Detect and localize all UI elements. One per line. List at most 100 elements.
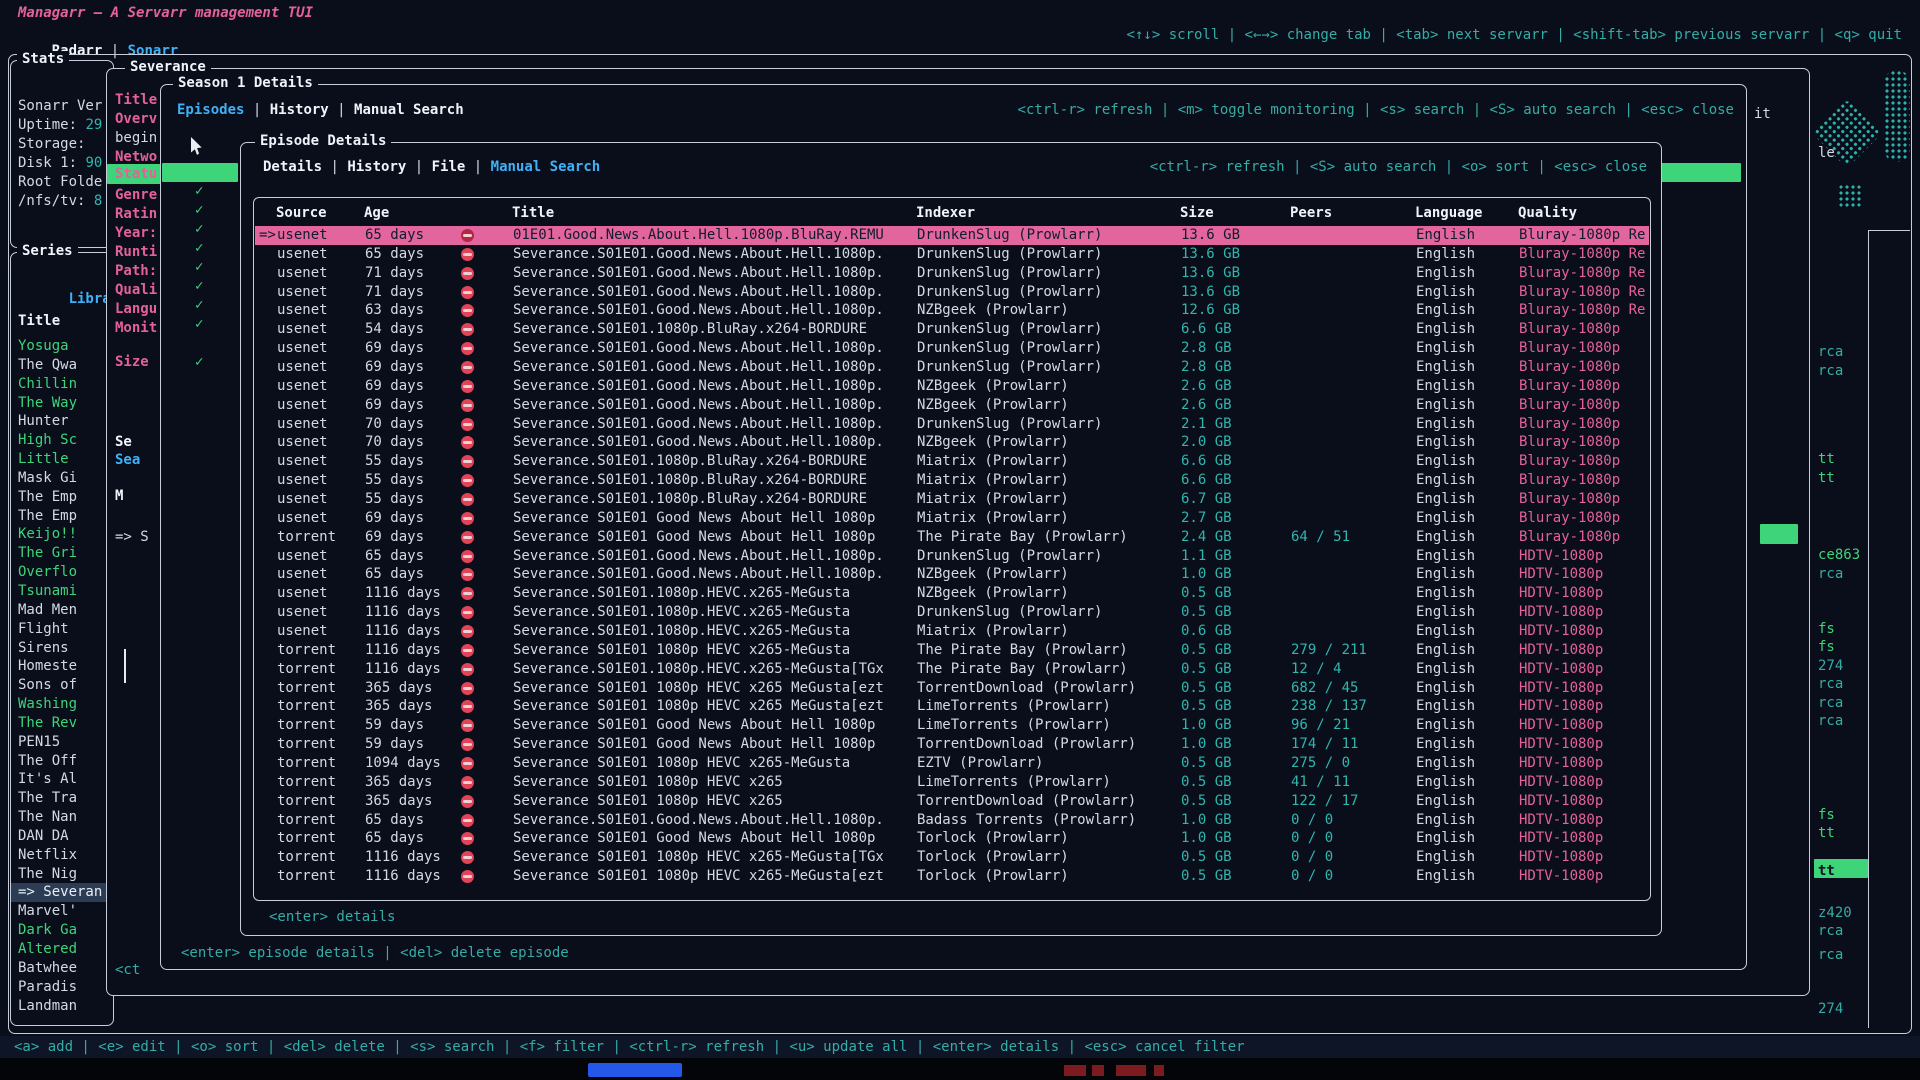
release-row[interactable]: torrent1116 daysSeverance S01E01 1080p H… (255, 848, 1649, 867)
release-row[interactable]: torrent365 daysSeverance S01E01 1080p HE… (255, 792, 1649, 811)
release-row[interactable]: usenet55 daysSeverance.S01E01.1080p.BluR… (255, 490, 1649, 509)
release-row[interactable]: =>usenet65 days01E01.Good.News.About.Hel… (255, 226, 1649, 245)
background-table-fragment: ce863 (1818, 546, 1860, 565)
release-row[interactable]: usenet70 daysSeverance.S01E01.Good.News.… (255, 433, 1649, 452)
series-list-item[interactable]: The Off (11, 752, 113, 771)
series-list-item[interactable]: The Tra (11, 789, 113, 808)
release-row[interactable]: usenet54 daysSeverance.S01E01.1080p.BluR… (255, 320, 1649, 339)
release-row[interactable]: usenet70 daysSeverance.S01E01.Good.News.… (255, 415, 1649, 434)
series-list-item[interactable]: The Emp (11, 507, 113, 526)
column-header-language[interactable]: Language (1415, 202, 1509, 224)
release-row[interactable]: torrent365 daysSeverance S01E01 1080p HE… (255, 697, 1649, 716)
cell-peers (1291, 433, 1409, 452)
release-row[interactable]: usenet1116 daysSeverance.S01E01.1080p.HE… (255, 584, 1649, 603)
release-row[interactable]: torrent59 daysSeverance S01E01 Good News… (255, 716, 1649, 735)
series-list-item[interactable]: The Rev (11, 714, 113, 733)
series-list-item[interactable]: DAN DA (11, 827, 113, 846)
cell-peers (1291, 603, 1409, 622)
series-list-item[interactable]: Hunter (11, 412, 113, 431)
release-row[interactable]: torrent1116 daysSeverance S01E01 1080p H… (255, 641, 1649, 660)
release-row[interactable]: usenet69 daysSeverance.S01E01.Good.News.… (255, 339, 1649, 358)
column-header-peers[interactable]: Peers (1290, 202, 1408, 224)
series-list-item[interactable]: Yosuga (11, 337, 113, 356)
series-list-item[interactable]: Netflix (11, 846, 113, 865)
release-row[interactable]: torrent65 daysSeverance.S01E01.Good.News… (255, 811, 1649, 830)
series-list-item[interactable]: The Nan (11, 808, 113, 827)
series-list-item[interactable]: Paradis (11, 978, 113, 997)
release-row[interactable]: usenet1116 daysSeverance.S01E01.1080p.HE… (255, 603, 1649, 622)
cell-size: 13.6 GB (1181, 283, 1281, 302)
release-row[interactable]: usenet65 daysSeverance.S01E01.Good.News.… (255, 565, 1649, 584)
cell-peers (1291, 471, 1409, 490)
column-header-age[interactable]: Age (364, 202, 456, 224)
series-list-item[interactable]: The Emp (11, 488, 113, 507)
series-list-item[interactable]: => Severan (11, 883, 113, 902)
series-list-item[interactable]: The Qwa (11, 356, 113, 375)
tab-details[interactable]: Details (263, 159, 322, 175)
series-list-item[interactable]: Batwhee (11, 959, 113, 978)
release-row[interactable]: torrent1116 daysSeverance.S01E01.1080p.H… (255, 660, 1649, 679)
column-header-size[interactable]: Size (1180, 202, 1280, 224)
release-row[interactable]: usenet55 daysSeverance.S01E01.1080p.BluR… (255, 471, 1649, 490)
release-row[interactable]: torrent365 daysSeverance S01E01 1080p HE… (255, 773, 1649, 792)
series-list-item[interactable]: Marvel' (11, 902, 113, 921)
column-header-title[interactable]: Title (512, 202, 910, 224)
release-row[interactable]: torrent1116 daysSeverance S01E01 1080p H… (255, 867, 1649, 886)
series-list-item[interactable]: It's Al (11, 770, 113, 789)
series-list-item[interactable]: Sirens (11, 639, 113, 658)
series-list-item[interactable]: The Gri (11, 544, 113, 563)
release-row[interactable]: torrent1094 daysSeverance S01E01 1080p H… (255, 754, 1649, 773)
release-row[interactable]: torrent65 daysSeverance S01E01 Good News… (255, 829, 1649, 848)
series-list-item[interactable]: PEN15 (11, 733, 113, 752)
tab-manual-search[interactable]: Manual Search (491, 159, 601, 175)
release-row[interactable]: torrent365 daysSeverance S01E01 1080p HE… (255, 679, 1649, 698)
release-row[interactable]: usenet71 daysSeverance.S01E01.Good.News.… (255, 264, 1649, 283)
series-list-item[interactable]: Chillin (11, 375, 113, 394)
cell-title: Severance S01E01 Good News About Hell 10… (513, 509, 911, 528)
series-list-item[interactable]: Little (11, 450, 113, 469)
rejected-icon (461, 531, 474, 544)
cell-quality: HDTV-1080p (1519, 735, 1647, 754)
series-list-item[interactable]: Flight (11, 620, 113, 639)
series-list-item[interactable]: Landman (11, 997, 113, 1016)
release-row[interactable]: usenet63 daysSeverance.S01E01.Good.News.… (255, 301, 1649, 320)
release-row[interactable]: usenet69 daysSeverance.S01E01.Good.News.… (255, 358, 1649, 377)
cell-quality: HDTV-1080p (1519, 565, 1647, 584)
release-row[interactable]: usenet65 daysSeverance.S01E01.Good.News.… (255, 245, 1649, 264)
cell-language: English (1416, 509, 1510, 528)
tab-file[interactable]: File (432, 159, 466, 175)
cell-age: 1116 days (365, 867, 457, 886)
series-list-item[interactable]: The Way (11, 394, 113, 413)
cell-peers: 64 / 51 (1291, 528, 1409, 547)
series-list-item[interactable]: Homeste (11, 657, 113, 676)
series-list-item[interactable]: Tsunami (11, 582, 113, 601)
series-list-item[interactable]: Keijo!! (11, 525, 113, 544)
release-row[interactable]: usenet69 daysSeverance.S01E01.Good.News.… (255, 377, 1649, 396)
series-list-item[interactable]: Altered (11, 940, 113, 959)
release-row[interactable]: usenet1116 daysSeverance.S01E01.1080p.HE… (255, 622, 1649, 641)
release-row[interactable]: torrent69 daysSeverance S01E01 Good News… (255, 528, 1649, 547)
series-list-item[interactable]: Dark Ga (11, 921, 113, 940)
cell-quality: Bluray-1080p (1519, 415, 1647, 434)
cell-title: Severance.S01E01.Good.News.About.Hell.10… (513, 264, 911, 283)
release-row[interactable]: usenet69 daysSeverance.S01E01.Good.News.… (255, 396, 1649, 415)
series-list-item[interactable]: High Sc (11, 431, 113, 450)
release-row[interactable]: usenet55 daysSeverance.S01E01.1080p.BluR… (255, 452, 1649, 471)
rejected-icon (461, 568, 474, 581)
series-list-item[interactable]: Overflo (11, 563, 113, 582)
tab-history[interactable]: History (347, 159, 406, 175)
release-row[interactable]: usenet71 daysSeverance.S01E01.Good.News.… (255, 283, 1649, 302)
column-header-quality[interactable]: Quality (1518, 202, 1646, 224)
release-row[interactable]: torrent59 daysSeverance S01E01 Good News… (255, 735, 1649, 754)
release-row[interactable]: usenet65 daysSeverance.S01E01.Good.News.… (255, 547, 1649, 566)
column-header-indexer[interactable]: Indexer (916, 202, 1168, 224)
seasons-scrollbar-thumb[interactable] (124, 649, 126, 683)
series-list-item[interactable]: Mask Gi (11, 469, 113, 488)
series-list-item[interactable]: Sons of (11, 676, 113, 695)
cell-title: Severance.S01E01.Good.News.About.Hell.10… (513, 396, 911, 415)
release-row[interactable]: usenet69 daysSeverance S01E01 Good News … (255, 509, 1649, 528)
series-list-item[interactable]: Washing (11, 695, 113, 714)
series-list-item[interactable]: Mad Men (11, 601, 113, 620)
series-list-item[interactable]: The Nig (11, 865, 113, 884)
column-header-source[interactable]: Source (276, 202, 358, 224)
